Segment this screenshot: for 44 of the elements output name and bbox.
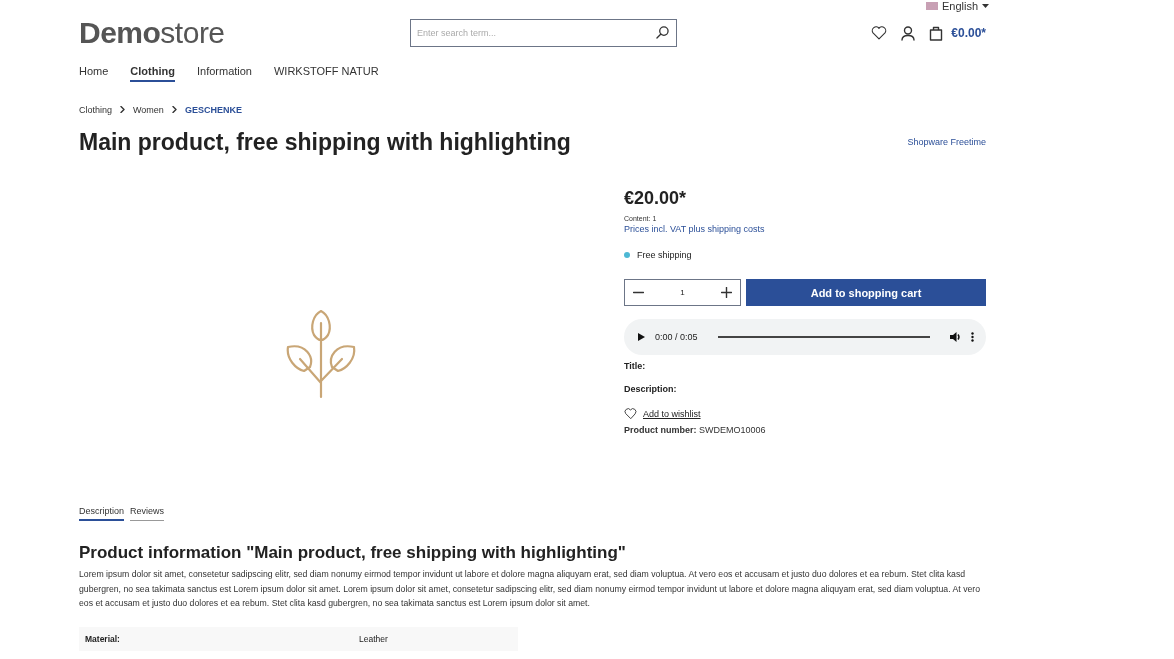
account-icon[interactable] xyxy=(901,25,916,41)
store-logo[interactable]: Demostore xyxy=(79,16,410,50)
breadcrumb-link[interactable]: GESCHENKE xyxy=(184,104,242,115)
breadcrumb-link[interactable]: Clothing xyxy=(79,104,113,115)
chevron-icon xyxy=(171,106,177,113)
audio-player[interactable]: 0:00 / 0:05 xyxy=(624,319,986,355)
wishlist-link[interactable]: Add to wishlist xyxy=(643,408,701,419)
nav-link[interactable]: WIRKSTOFF NATUR xyxy=(274,65,379,82)
heart-icon[interactable] xyxy=(624,408,637,420)
plus-icon[interactable] xyxy=(721,287,732,298)
language-selector[interactable]: English xyxy=(942,0,979,12)
breadcrumb-link[interactable]: Women xyxy=(133,104,164,115)
audio-time: 0:00 / 0:05 xyxy=(655,332,698,342)
bag-icon xyxy=(929,25,944,41)
property-value: Leather xyxy=(359,633,388,644)
add-to-cart-button[interactable]: Add to shopping cart xyxy=(746,279,986,306)
search-field[interactable]: Enter search term... xyxy=(410,19,677,47)
product-price: €20.00* xyxy=(624,188,688,209)
nav-link[interactable]: Information xyxy=(196,65,252,82)
tab[interactable]: Description xyxy=(79,506,125,521)
tab[interactable]: Reviews xyxy=(130,506,165,521)
quantity-field[interactable]: 1 xyxy=(624,279,741,306)
flag-icon xyxy=(926,2,938,10)
property-name: Material: xyxy=(84,633,121,644)
nav-link[interactable]: Clothing xyxy=(130,65,175,82)
cart-total[interactable]: €0.00* xyxy=(929,25,986,41)
plant-icon xyxy=(285,309,358,399)
shipping-text: Free shipping xyxy=(637,250,692,260)
product-title: Main product, free shipping with highlighting xyxy=(79,128,571,156)
caret-icon[interactable] xyxy=(982,3,990,9)
search-icon[interactable] xyxy=(656,26,669,39)
description-heading: Product information "Main product, free shipping with highlighting" xyxy=(79,543,627,563)
description-label: Description: xyxy=(624,384,678,394)
nav-link[interactable]: Home xyxy=(79,65,109,82)
more-icon[interactable] xyxy=(971,332,974,342)
play-icon[interactable] xyxy=(638,333,645,341)
manufacturer-link[interactable]: Shopware Freetime xyxy=(907,137,986,147)
title-label: Title: xyxy=(624,361,647,371)
volume-icon[interactable] xyxy=(950,332,961,342)
description-text: Lorem ipsum dolor sit amet, consetetur sadipscing elitr, sed diam nonumy eirmod tempor invidunt ut labore et dolore magna aliquyam erat, sed diam voluptua. At vero eos et accusam et justo duo dolores et ea rebum. Stet clita kasd gubergren, no sea takimata sanctus est Lorem ipsum dolor sit amet. Lorem ipsum dolor sit amet, consetetur sadipscing elitr, sed diam nonumy eirmod tempor invidunt ut labore et dolore magna aliquyam erat, sed diam voluptua. At vero eos et accusam et justo duo dolores et ea rebum. Stet clita kasd gubergren, no sea takimata sanctus est Lorem ipsum dolor sit amet. xyxy=(79,568,982,610)
chevron-icon xyxy=(120,106,126,113)
wishlist-heart-icon[interactable] xyxy=(871,26,888,40)
tax-link[interactable]: Prices incl. VAT plus shipping costs xyxy=(624,224,986,234)
product-number: Product number: SWDEMO10006 xyxy=(624,425,767,436)
